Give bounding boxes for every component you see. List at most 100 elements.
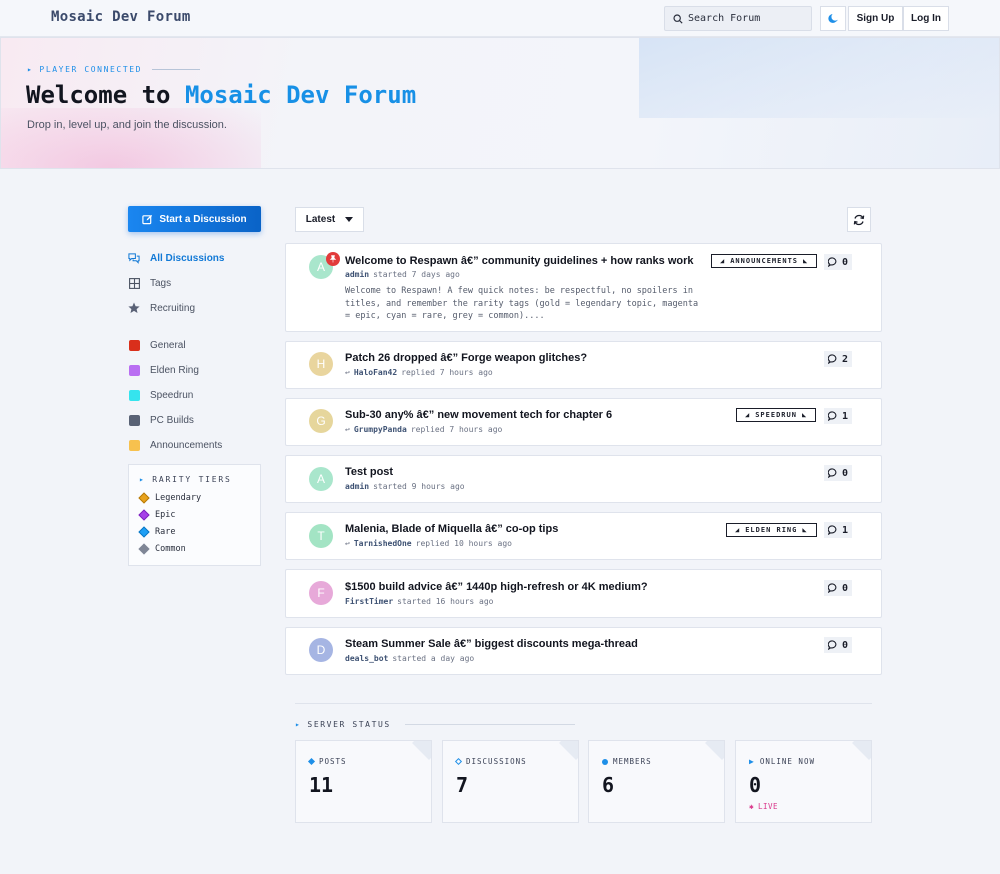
start-discussion-button[interactable]: Start a Discussion <box>128 206 261 232</box>
triangle-icon: ▸ <box>139 475 146 484</box>
author-link[interactable]: FirstTimer <box>345 597 393 606</box>
avatar[interactable]: D <box>309 638 333 662</box>
reply-count: 1 <box>824 522 852 538</box>
discussion-title[interactable]: Welcome to Respawn â€” community guideli… <box>345 255 694 267</box>
nav-recruiting[interactable]: Recruiting <box>128 300 195 316</box>
eyebrow-rule <box>152 69 201 70</box>
diamond-icon <box>138 492 150 504</box>
author-link[interactable]: GrumpyPanda <box>354 425 407 434</box>
comment-icon <box>827 411 837 421</box>
tag-color-swatch <box>128 389 140 401</box>
discussion-card[interactable]: A Welcome to Respawn â€” community guide… <box>285 243 882 332</box>
tag-pc-builds[interactable]: PC Builds <box>128 412 194 428</box>
author-link[interactable]: deals_bot <box>345 654 388 663</box>
live-indicator: ✱ LIVE <box>749 802 779 811</box>
diamond-icon <box>138 543 150 555</box>
hero-eyebrow: ▸ PLAYER CONNECTED <box>27 65 201 74</box>
live-dot-icon: ✱ <box>749 802 755 811</box>
rarity-rare: Rare <box>138 526 175 538</box>
search-label: Search Forum <box>688 13 761 24</box>
discussion-meta: ↩ GrumpyPanda replied 7 hours ago <box>345 425 503 434</box>
reply-count: 0 <box>824 254 852 270</box>
tag-badge[interactable]: ◢ ELDEN RING ◣ <box>726 523 817 537</box>
triangle-icon: ◢ <box>735 526 741 534</box>
discussion-meta: ↩ HaloFan42 replied 7 hours ago <box>345 368 493 377</box>
discussion-card[interactable]: D Steam Summer Sale â€” biggest discount… <box>285 627 882 675</box>
grid-icon <box>128 277 140 289</box>
discussion-meta: FirstTimer started 16 hours ago <box>345 597 494 606</box>
stat-value: 11 <box>309 773 334 797</box>
triangle-icon: ◢ <box>720 257 726 265</box>
discussion-card[interactable]: H Patch 26 dropped â€” Forge weapon glit… <box>285 341 882 389</box>
avatar[interactable]: H <box>309 352 333 376</box>
comment-icon <box>827 640 837 650</box>
discussion-meta: admin started 7 days ago <box>345 270 460 279</box>
author-link[interactable]: TarnishedOne <box>354 539 412 548</box>
log-in-button[interactable]: Log In <box>903 6 949 31</box>
reply-count: 1 <box>824 408 852 424</box>
chat-bubbles-icon <box>128 252 140 264</box>
discussion-title[interactable]: Malenia, Blade of Miquella â€” co-op tip… <box>345 523 558 535</box>
tag-color-swatch <box>128 339 140 351</box>
play-icon: ▶ <box>749 757 755 766</box>
discussion-title[interactable]: Test post <box>345 466 393 478</box>
diamond-icon <box>307 757 316 766</box>
refresh-button[interactable] <box>847 207 871 232</box>
search-button[interactable]: Search Forum <box>664 6 812 31</box>
tag-announcements[interactable]: Announcements <box>128 437 222 453</box>
discussion-title[interactable]: Patch 26 dropped â€” Forge weapon glitch… <box>345 352 587 364</box>
nav-all-discussions[interactable]: All Discussions <box>128 250 224 266</box>
comment-icon <box>827 257 837 267</box>
stat-posts: POSTS 11 <box>295 740 432 823</box>
discussion-meta: ↩ TarnishedOne replied 10 hours ago <box>345 539 512 548</box>
tag-elden-ring[interactable]: Elden Ring <box>128 362 199 378</box>
tag-badge[interactable]: ◢ ANNOUNCEMENTS ◣ <box>711 254 818 268</box>
discussion-card[interactable]: A Test post admin started 9 hours ago 0 <box>285 455 882 503</box>
pin-icon <box>326 252 340 266</box>
author-link[interactable]: admin <box>345 482 369 491</box>
comment-icon <box>827 354 837 364</box>
comment-icon <box>827 583 837 593</box>
brand-logo[interactable]: Mosaic Dev Forum <box>51 9 191 25</box>
theme-toggle-button[interactable] <box>820 6 846 31</box>
nav-tags[interactable]: Tags <box>128 275 171 291</box>
reply-arrow-icon: ↩ <box>345 368 350 377</box>
moon-icon <box>827 14 838 23</box>
sort-dropdown[interactable]: Latest <box>295 207 364 232</box>
avatar[interactable]: G <box>309 409 333 433</box>
top-bar: Mosaic Dev Forum Search Forum Sign Up Lo… <box>0 0 1000 37</box>
hero-banner: ▸ PLAYER CONNECTED Welcome to Mosaic Dev… <box>0 37 1000 169</box>
stat-value: 6 <box>602 773 615 797</box>
card-corner <box>412 741 431 760</box>
rarity-title: ▸ RARITY TIERS <box>139 475 232 484</box>
tag-general[interactable]: General <box>128 337 186 353</box>
discussion-title[interactable]: $1500 build advice â€” 1440p high-refres… <box>345 581 648 593</box>
tag-color-swatch <box>128 364 140 376</box>
rarity-tiers-panel: ▸ RARITY TIERS Legendary Epic Rare Commo… <box>128 464 261 566</box>
tag-speedrun[interactable]: Speedrun <box>128 387 193 403</box>
author-link[interactable]: HaloFan42 <box>354 368 397 377</box>
triangle-icon: ◣ <box>801 411 808 419</box>
tag-badge[interactable]: ◢ SPEEDRUN ◣ <box>736 408 817 422</box>
author-link[interactable]: admin <box>345 270 369 279</box>
avatar[interactable]: A <box>309 467 333 491</box>
card-corner <box>852 741 871 760</box>
hero-title: Welcome to Mosaic Dev Forum <box>26 81 417 109</box>
diamond-icon <box>138 509 150 521</box>
triangle-icon: ◣ <box>802 526 808 534</box>
avatar[interactable]: F <box>309 581 333 605</box>
caret-down-icon <box>345 217 354 222</box>
discussion-card[interactable]: G Sub-30 any% â€” new movement tech for … <box>285 398 882 446</box>
sign-up-button[interactable]: Sign Up <box>848 6 903 31</box>
discussion-card[interactable]: F $1500 build advice â€” 1440p high-refr… <box>285 569 882 618</box>
discussion-card[interactable]: T Malenia, Blade of Miquella â€” co-op t… <box>285 512 882 560</box>
reply-count: 0 <box>824 580 852 596</box>
avatar[interactable]: T <box>309 524 333 548</box>
discussion-title[interactable]: Steam Summer Sale â€” biggest discounts … <box>345 638 638 650</box>
star-icon <box>128 302 140 314</box>
server-status-heading: ▸ SERVER STATUS <box>295 720 575 729</box>
search-icon <box>673 13 683 24</box>
triangle-icon: ▸ <box>27 65 34 74</box>
stat-value: 7 <box>456 773 469 797</box>
discussion-title[interactable]: Sub-30 any% â€” new movement tech for ch… <box>345 409 612 421</box>
